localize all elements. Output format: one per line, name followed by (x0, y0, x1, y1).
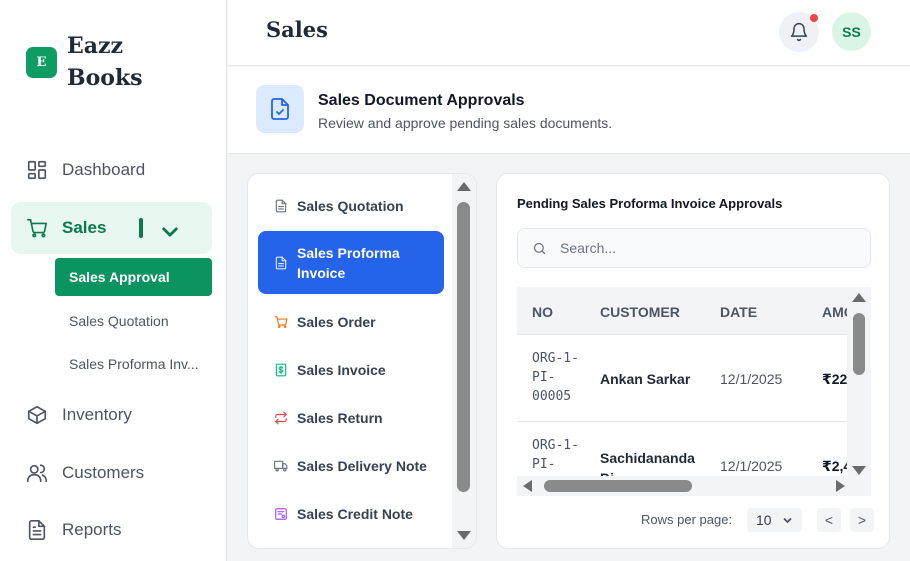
column-header-customer[interactable]: CUSTOMER (600, 304, 680, 320)
sidebar: E Eazz Books Dashboard Sales Sales Appro… (0, 0, 227, 561)
column-header-date[interactable]: DATE (720, 304, 757, 320)
document-type-list: Sales Quotation Sales Proforma Invoice S… (247, 173, 477, 549)
scroll-down-arrow-icon[interactable] (852, 466, 866, 475)
search-box (517, 228, 871, 268)
cell-date: 12/1/2025 (720, 458, 783, 474)
cell-customer: Ankan Sarkar (600, 371, 691, 387)
doc-type-sales-delivery-note[interactable]: Sales Delivery Note (258, 454, 444, 478)
scrollbar-thumb[interactable] (457, 202, 470, 492)
doc-type-label: Sales Credit Note (297, 506, 413, 522)
sidebar-item-label: Dashboard (62, 160, 146, 179)
sidebar-subitem-sales-quotation[interactable]: Sales Quotation (55, 302, 212, 340)
doc-type-sales-return[interactable]: Sales Return (258, 406, 444, 430)
cell-no: ORG-1-PI- (532, 438, 579, 472)
document-icon (28, 520, 46, 540)
bell-icon (790, 22, 808, 42)
table-vertical-scrollbar[interactable] (847, 287, 871, 477)
rows-per-page-value: 10 (756, 512, 772, 528)
top-bar: Sales SS (228, 0, 910, 66)
cart-icon (27, 218, 47, 238)
scroll-right-arrow-icon[interactable] (836, 480, 845, 492)
approvals-table: NO CUSTOMER DATE AMO ORG-1-PI-00005 Anka… (517, 287, 871, 497)
users-icon (27, 464, 47, 483)
cell-no: ORG-1-PI-00005 (532, 351, 579, 404)
doc-type-label: Sales Return (297, 410, 383, 426)
banner-subtitle: Review and approve pending sales documen… (318, 115, 613, 131)
page-title: Sales (266, 17, 328, 42)
sidebar-subitem-sales-approval[interactable]: Sales Approval (55, 258, 212, 296)
logo-badge: E (26, 46, 57, 78)
sidebar-subitem-sales-proforma[interactable]: Sales Proforma Inv... (55, 345, 212, 383)
document-icon (275, 199, 287, 213)
banner-title: Sales Document Approvals (318, 92, 525, 109)
approvals-banner: Sales Document Approvals Review and appr… (228, 67, 910, 154)
notifications-button[interactable] (779, 12, 819, 52)
file-check-icon (256, 85, 304, 133)
chevron-down-icon[interactable] (159, 221, 181, 243)
scroll-up-arrow-icon[interactable] (457, 182, 471, 191)
box-icon (27, 405, 47, 425)
pending-approvals-card: Pending Sales Proforma Invoice Approvals… (496, 173, 890, 549)
credit-note-icon (275, 508, 287, 520)
cell-amount: ₹22 (822, 371, 848, 387)
truck-icon (274, 460, 288, 472)
app-name: Eazz Books (67, 33, 143, 91)
app-logo[interactable]: E Eazz Books (26, 30, 177, 94)
doc-type-sales-proforma-invoice[interactable]: Sales Proforma Invoice (258, 231, 444, 294)
doc-type-sales-order[interactable]: Sales Order (258, 310, 444, 334)
scroll-up-arrow-icon[interactable] (852, 293, 866, 302)
doc-type-label: Sales Quotation (297, 198, 404, 214)
cart-icon (274, 316, 288, 329)
sidebar-item-reports[interactable]: Reports (11, 504, 212, 556)
table-horizontal-scrollbar[interactable] (517, 476, 871, 496)
table-header: NO CUSTOMER DATE AMO (517, 287, 871, 335)
sidebar-item-customers[interactable]: Customers (11, 447, 212, 499)
sidebar-item-inventory[interactable]: Inventory (11, 389, 212, 441)
rows-per-page-select[interactable]: 10 (747, 508, 802, 532)
column-header-no[interactable]: NO (532, 304, 553, 320)
return-icon (275, 411, 287, 425)
doc-type-sales-quotation[interactable]: Sales Quotation (258, 194, 444, 218)
sidebar-item-dashboard[interactable]: Dashboard (11, 144, 212, 196)
doc-type-label: Sales Invoice (297, 362, 386, 378)
sidebar-item-sales[interactable]: Sales (11, 202, 212, 254)
doc-type-label: Sales Proforma Invoice (297, 244, 400, 281)
doc-type-label: Sales Order (297, 314, 376, 330)
notification-badge (810, 14, 818, 22)
pending-approvals-title: Pending Sales Proforma Invoice Approvals (517, 196, 783, 211)
search-icon (533, 242, 546, 255)
sidebar-item-label: Customers (62, 463, 145, 482)
scroll-left-arrow-icon[interactable] (523, 480, 532, 492)
scroll-down-arrow-icon[interactable] (457, 531, 471, 540)
sidebar-item-label: Inventory (62, 405, 132, 424)
document-icon (275, 256, 287, 269)
table-row[interactable]: ORG-1-PI-00005 Ankan Sarkar 12/1/2025 ₹2… (517, 335, 871, 422)
doc-list-scrollbar[interactable] (452, 174, 476, 548)
pagination: Rows per page: 10 < > (641, 508, 875, 532)
invoice-icon (275, 363, 287, 377)
previous-page-button[interactable]: < (817, 508, 841, 532)
active-indicator (139, 218, 143, 238)
scrollbar-thumb[interactable] (544, 480, 692, 492)
scrollbar-thumb[interactable] (853, 313, 865, 375)
cell-date: 12/1/2025 (720, 371, 783, 387)
dashboard-icon (27, 160, 47, 180)
avatar[interactable]: SS (832, 12, 871, 51)
sidebar-item-label: Sales (62, 218, 107, 237)
sidebar-item-label: Reports (62, 520, 122, 539)
doc-type-sales-invoice[interactable]: Sales Invoice (258, 358, 444, 382)
doc-type-sales-credit-note[interactable]: Sales Credit Note (258, 502, 444, 526)
rows-per-page-label: Rows per page: (641, 512, 733, 527)
doc-type-label: Sales Delivery Note (297, 458, 427, 474)
next-page-button[interactable]: > (850, 508, 874, 532)
chevron-down-icon (783, 517, 792, 524)
search-input[interactable] (560, 229, 860, 267)
